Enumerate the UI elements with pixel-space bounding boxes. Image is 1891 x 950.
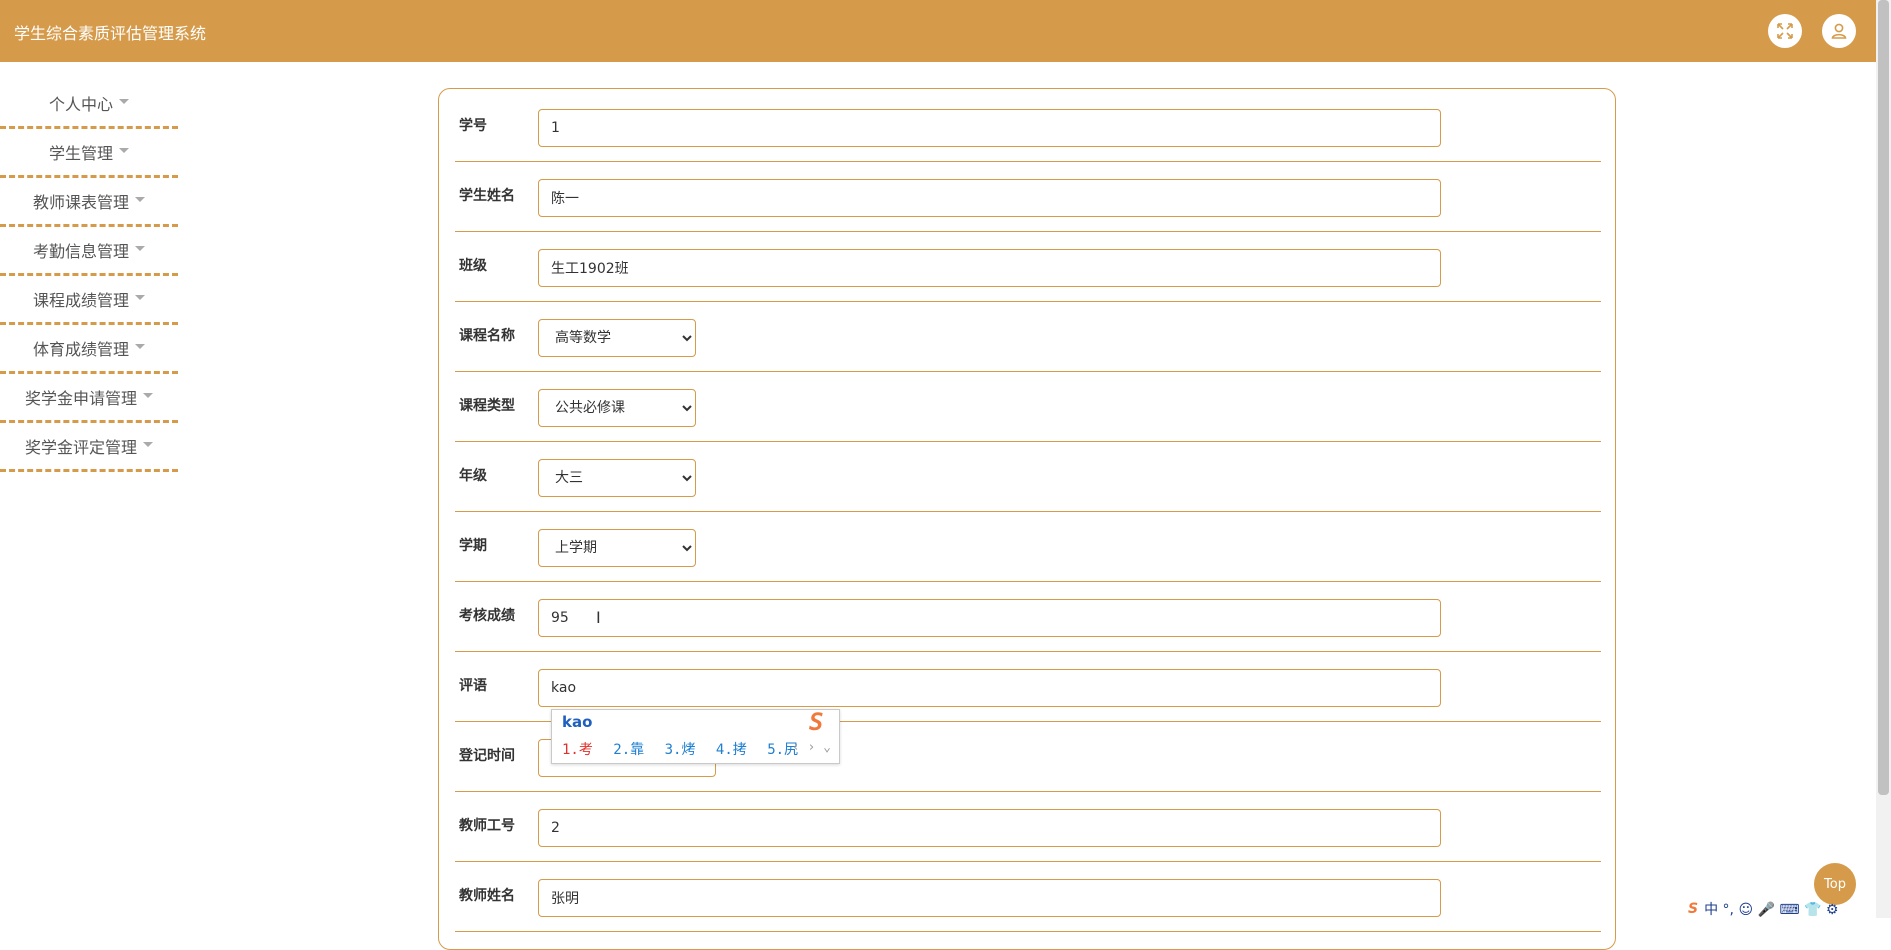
top-header: 学生综合素质评估管理系统 — [0, 0, 1876, 62]
sidebar-item-label: 奖学金申请管理 — [24, 389, 137, 408]
student-name-label: 学生姓名 — [459, 188, 515, 204]
comment-label: 评语 — [459, 678, 487, 694]
caret-down-icon — [143, 441, 153, 447]
semester-label: 学期 — [459, 538, 487, 554]
sogou-logo-icon: S — [809, 708, 824, 736]
course-type-select[interactable]: 公共必修课 — [538, 389, 696, 427]
course-name-label: 课程名称 — [459, 328, 515, 344]
student-name-input[interactable] — [538, 179, 1441, 217]
ime-tray-label: 中 °, ☺ 🎤 ⌨ 👕 ⚙ — [1704, 902, 1839, 918]
ime-candidate[interactable]: 2.靠 — [613, 742, 644, 758]
ime-page-nav[interactable]: ‹ › ⌄ — [792, 740, 831, 755]
sidebar: 个人中心 学生管理 教师课表管理 考勤信息管理 课程成绩管理 体育成绩管理 奖学… — [0, 80, 178, 472]
form-row-teacher-id: 教师工号 — [455, 791, 1601, 862]
form-row-grade: 年级 大三 — [455, 441, 1601, 512]
ime-status-toolbar[interactable]: S 中 °, ☺ 🎤 ⌨ 👕 ⚙ — [1688, 900, 1838, 918]
form-row-semester: 学期 上学期 — [455, 511, 1601, 582]
score-form: 学号 学生姓名 班级 课程名称 高等数学 课程类型 公共必修课 年级 大三 学期… — [438, 88, 1616, 950]
comment-input[interactable] — [538, 669, 1441, 707]
course-type-label: 课程类型 — [459, 398, 515, 414]
sidebar-item-label: 教师课表管理 — [32, 193, 129, 212]
ime-composition: kao — [562, 713, 593, 731]
page-scrollbar[interactable] — [1876, 0, 1891, 918]
class-input[interactable] — [538, 249, 1441, 287]
form-row-student-name: 学生姓名 — [455, 161, 1601, 232]
sidebar-item-course-scores[interactable]: 课程成绩管理 — [0, 276, 178, 325]
grade-label: 年级 — [459, 468, 487, 484]
form-row-student-id: 学号 — [455, 91, 1601, 162]
student-id-label: 学号 — [459, 118, 487, 134]
caret-down-icon — [135, 196, 145, 202]
scrollbar-thumb[interactable] — [1878, 0, 1889, 795]
caret-down-icon — [135, 245, 145, 251]
ime-candidate[interactable]: 3.烤 — [665, 742, 696, 758]
sidebar-item-label: 个人中心 — [48, 95, 113, 114]
sidebar-item-attendance[interactable]: 考勤信息管理 — [0, 227, 178, 276]
sidebar-item-label: 体育成绩管理 — [32, 340, 129, 359]
sidebar-item-personal-center[interactable]: 个人中心 — [0, 80, 178, 129]
semester-select[interactable]: 上学期 — [538, 529, 696, 567]
sidebar-item-label: 奖学金评定管理 — [24, 438, 137, 457]
teacher-name-input[interactable] — [538, 879, 1441, 917]
sidebar-item-student-management[interactable]: 学生管理 — [0, 129, 178, 178]
sidebar-item-label: 考勤信息管理 — [32, 242, 129, 261]
caret-down-icon — [143, 392, 153, 398]
sidebar-item-scholarship-application[interactable]: 奖学金申请管理 — [0, 374, 178, 423]
fullscreen-icon[interactable] — [1768, 14, 1802, 48]
caret-down-icon — [119, 98, 129, 104]
sidebar-item-label: 学生管理 — [48, 144, 113, 163]
teacher-name-label: 教师姓名 — [459, 888, 515, 904]
caret-down-icon — [135, 294, 145, 300]
ime-candidate-popup: kao S 1.考 2.靠 3.烤 4.拷 5.尻 ‹ › ⌄ — [551, 708, 840, 764]
user-icon[interactable] — [1822, 14, 1856, 48]
class-label: 班级 — [459, 258, 487, 274]
sidebar-item-scholarship-evaluation[interactable]: 奖学金评定管理 — [0, 423, 178, 472]
form-row-score: 考核成绩 — [455, 581, 1601, 652]
form-row-class: 班级 — [455, 231, 1601, 302]
sogou-tray-icon[interactable]: S — [1688, 901, 1698, 917]
course-name-select[interactable]: 高等数学 — [538, 319, 696, 357]
grade-select[interactable]: 大三 — [538, 459, 696, 497]
ime-candidate-list: 1.考 2.靠 3.烤 4.拷 5.尻 — [562, 739, 810, 759]
form-row-course-name: 课程名称 高等数学 — [455, 301, 1601, 372]
ime-candidate[interactable]: 4.拷 — [716, 742, 747, 758]
teacher-id-label: 教师工号 — [459, 818, 515, 834]
register-time-label: 登记时间 — [459, 748, 515, 764]
score-input[interactable] — [538, 599, 1441, 637]
app-title: 学生综合素质评估管理系统 — [14, 24, 207, 43]
form-row-teacher-name: 教师姓名 — [455, 861, 1601, 932]
sidebar-item-pe-scores[interactable]: 体育成绩管理 — [0, 325, 178, 374]
score-label: 考核成绩 — [459, 608, 515, 624]
student-id-input[interactable] — [538, 109, 1441, 147]
form-row-course-type: 课程类型 公共必修课 — [455, 371, 1601, 442]
sidebar-item-label: 课程成绩管理 — [32, 291, 129, 310]
ime-candidate[interactable]: 1.考 — [562, 742, 593, 758]
text-cursor-icon: I — [596, 608, 601, 627]
caret-down-icon — [119, 147, 129, 153]
teacher-id-input[interactable] — [538, 809, 1441, 847]
sidebar-item-teacher-schedule[interactable]: 教师课表管理 — [0, 178, 178, 227]
caret-down-icon — [135, 343, 145, 349]
